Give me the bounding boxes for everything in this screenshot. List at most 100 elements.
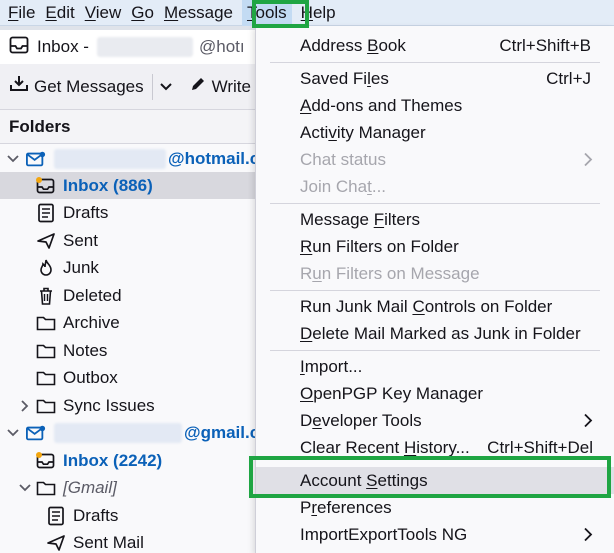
- chevron-down-icon[interactable]: [6, 428, 20, 437]
- tab-inbox[interactable]: Inbox - @hotı: [0, 30, 262, 64]
- menuitem-import[interactable]: Import...: [256, 353, 614, 380]
- menuitem-activity-manager[interactable]: Activity Manager: [256, 119, 614, 146]
- menu-separator: [270, 290, 600, 291]
- menu-message[interactable]: Message: [159, 0, 238, 26]
- folder-inbox-gmail-label: Inbox (2242): [63, 450, 163, 470]
- menu-help[interactable]: Help: [296, 0, 341, 26]
- menuitem-addons[interactable]: Add-ons and Themes: [256, 92, 614, 119]
- mail-account-icon: [26, 423, 46, 443]
- menu-tools[interactable]: Tools: [241, 0, 292, 26]
- menuitem-saved-files[interactable]: Saved Files Ctrl+J: [256, 65, 614, 92]
- folder-sent[interactable]: Sent: [0, 227, 270, 254]
- menuitem-preferences[interactable]: Preferences: [256, 494, 614, 521]
- folder-junk[interactable]: Junk: [0, 254, 270, 281]
- menu-separator: [270, 203, 600, 204]
- inbox-icon: [36, 451, 56, 471]
- chevron-right-icon: [583, 527, 593, 547]
- inbox-icon: [36, 176, 56, 196]
- mail-account-icon: [26, 149, 46, 169]
- account-gmail-domain: @gmail.c: [184, 422, 260, 442]
- menuitem-import-label: Import...: [300, 356, 363, 376]
- menu-view[interactable]: View: [80, 0, 127, 26]
- menuitem-saved-files-shortcut: Ctrl+J: [546, 68, 591, 88]
- chevron-right-icon: [583, 413, 593, 433]
- inbox-icon: [9, 36, 29, 59]
- trash-icon: [36, 286, 56, 306]
- menu-view-mnemonic: V: [84, 2, 96, 22]
- folder-icon: [36, 478, 56, 498]
- chevron-right-icon[interactable]: [18, 399, 32, 412]
- chevron-down-icon[interactable]: [159, 77, 173, 97]
- menuitem-address-book-label: Address Book: [300, 35, 406, 55]
- menuitem-address-book[interactable]: Address Book Ctrl+Shift+B: [256, 32, 614, 59]
- menu-edit-label: dit: [56, 2, 75, 22]
- folder-drafts[interactable]: Drafts: [0, 199, 270, 226]
- folder-deleted[interactable]: Deleted: [0, 282, 270, 309]
- drafts-icon: [46, 506, 66, 526]
- menuitem-openpgp-label: OpenPGP Key Manager: [300, 383, 484, 403]
- folder-inbox[interactable]: Inbox (886): [0, 172, 270, 199]
- menuitem-run-filters-folder[interactable]: Run Filters on Folder: [256, 233, 614, 260]
- menuitem-addons-label: Add-ons and Themes: [300, 95, 463, 115]
- menuitem-importexporttools-label: ImportExportTools NG: [300, 524, 468, 544]
- menuitem-developer-tools-label: Developer Tools: [300, 410, 422, 430]
- menuitem-run-filters-message-label: Run Filters on Message: [300, 263, 480, 283]
- menu-help-label: elp: [312, 2, 336, 22]
- menuitem-importexporttools[interactable]: ImportExportTools NG: [256, 521, 614, 548]
- folder-drafts-label: Drafts: [63, 202, 109, 222]
- toolbar-separator: [151, 73, 153, 100]
- menu-help-mnemonic: H: [300, 2, 313, 22]
- folder-gmail-group-label: [Gmail]: [63, 477, 117, 497]
- pencil-icon: [189, 75, 207, 98]
- account-hotmail[interactable]: @hotmail.c: [0, 145, 270, 172]
- get-messages-button[interactable]: Get Messages: [9, 74, 144, 99]
- menu-separator: [270, 350, 600, 351]
- folder-archive-label: Archive: [63, 312, 120, 332]
- chevron-down-icon[interactable]: [6, 154, 20, 163]
- menuitem-join-chat-label: Join Chat...: [300, 176, 387, 196]
- menuitem-openpgp[interactable]: OpenPGP Key Manager: [256, 380, 614, 407]
- folder-sync-issues[interactable]: Sync Issues: [0, 392, 270, 419]
- menuitem-chat-status[interactable]: Chat status: [256, 146, 614, 173]
- folder-inbox-gmail[interactable]: Inbox (2242): [0, 447, 270, 474]
- write-button[interactable]: Write: [189, 75, 251, 98]
- menu-file[interactable]: File: [3, 0, 40, 26]
- folder-gmail-group[interactable]: [Gmail]: [0, 474, 270, 501]
- menuitem-chat-status-label: Chat status: [300, 149, 386, 169]
- menu-go-mnemonic: G: [131, 2, 145, 22]
- folders-header: Folders: [0, 110, 270, 144]
- account-gmail[interactable]: @gmail.c: [0, 419, 270, 446]
- menuitem-clear-history[interactable]: Clear Recent History... Ctrl+Shift+Del: [256, 434, 614, 461]
- folder-sent-mail-gmail-label: Sent Mail: [73, 532, 144, 552]
- folder-sent-mail-gmail[interactable]: Sent Mail: [0, 529, 270, 553]
- menuitem-activity-manager-label: Activity Manager: [300, 122, 426, 142]
- main-window-left: Inbox - @hotı Get Messages Write Folders: [0, 26, 270, 553]
- menuitem-account-settings[interactable]: Account Settings: [256, 467, 614, 494]
- folder-drafts-gmail[interactable]: Drafts: [0, 502, 270, 529]
- menu-separator: [270, 62, 600, 63]
- menuitem-run-filters-message[interactable]: Run Filters on Message: [256, 260, 614, 287]
- chevron-right-icon: [583, 152, 593, 172]
- folder-notes[interactable]: Notes: [0, 337, 270, 364]
- menu-message-mnemonic: M: [163, 2, 179, 22]
- folder-outbox[interactable]: Outbox: [0, 364, 270, 391]
- menu-bar: File Edit View Go Message Tools Help: [0, 0, 614, 26]
- menuitem-developer-tools[interactable]: Developer Tools: [256, 407, 614, 434]
- mail-toolbar: Get Messages Write: [0, 64, 270, 110]
- menu-edit[interactable]: Edit: [40, 0, 79, 26]
- folder-sent-label: Sent: [63, 230, 98, 250]
- menuitem-message-filters[interactable]: Message Filters: [256, 206, 614, 233]
- menuitem-delete-junk[interactable]: Delete Mail Marked as Junk in Folder: [256, 320, 614, 347]
- menuitem-run-junk-controls[interactable]: Run Junk Mail Controls on Folder: [256, 293, 614, 320]
- menu-go[interactable]: Go: [126, 0, 159, 26]
- tab-title-suffix: @hotı: [198, 37, 245, 56]
- menuitem-account-settings-label: Account Settings: [300, 470, 428, 490]
- folder-sync-issues-label: Sync Issues: [63, 395, 155, 415]
- folder-inbox-label: Inbox (886): [63, 175, 153, 195]
- folder-archive[interactable]: Archive: [0, 309, 270, 336]
- download-icon: [9, 74, 29, 99]
- menuitem-join-chat[interactable]: Join Chat...: [256, 173, 614, 200]
- menuitem-clear-history-shortcut: Ctrl+Shift+Del: [487, 437, 593, 457]
- redacted-account-name: [54, 148, 166, 169]
- chevron-down-icon[interactable]: [18, 483, 32, 492]
